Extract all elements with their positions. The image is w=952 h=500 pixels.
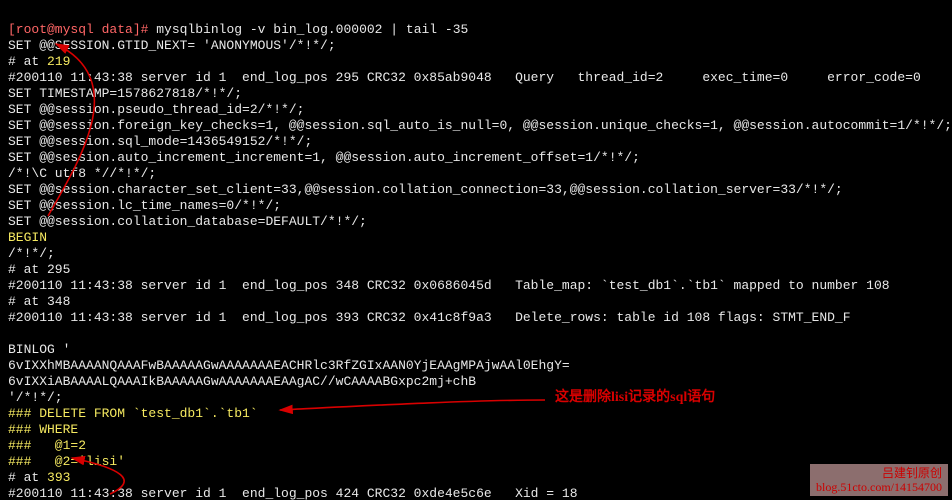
terminal-output: [root@mysql data]# mysqlbinlog -v bin_lo… xyxy=(0,0,952,500)
watermark: 吕建钊原创 blog.51cto.com/14154700 xyxy=(810,464,948,496)
log-line: #200110 11:43:38 server id 1 end_log_pos… xyxy=(8,310,851,325)
sql-cond-1: ### @1=2 xyxy=(8,438,86,453)
annotation-text: 这是删除lisi记录的sql语句 xyxy=(555,390,715,406)
watermark-author: 吕建钊原创 xyxy=(816,466,942,480)
log-pos-393: 393 xyxy=(47,470,70,485)
log-pos-219: 219 xyxy=(47,54,70,69)
log-line: SET @@session.character_set_client=33,@@… xyxy=(8,182,843,197)
watermark-url: blog.51cto.com/14154700 xyxy=(816,480,942,494)
log-line: SET @@session.foreign_key_checks=1, @@se… xyxy=(8,118,952,133)
log-line: SET @@SESSION.GTID_NEXT= 'ANONYMOUS'/*!*… xyxy=(8,38,336,53)
sql-cond-2: ### @2='lisi' xyxy=(8,454,125,469)
log-line: BINLOG ' xyxy=(8,342,70,357)
sql-delete: ### DELETE FROM `test_db1`.`tb1` xyxy=(8,406,258,421)
shell-command[interactable]: mysqlbinlog -v bin_log.000002 | tail -35 xyxy=(156,22,468,37)
log-line: SET @@session.auto_increment_increment=1… xyxy=(8,150,640,165)
log-line: # at xyxy=(8,54,47,69)
log-line: SET @@session.pseudo_thread_id=2/*!*/; xyxy=(8,102,304,117)
log-begin: BEGIN xyxy=(8,230,47,245)
log-line: /*!*/; xyxy=(8,246,55,261)
log-line: #200110 11:43:38 server id 1 end_log_pos… xyxy=(8,278,890,293)
log-line: # at 348 xyxy=(8,294,70,309)
sql-where: ### WHERE xyxy=(8,422,78,437)
log-line: #200110 11:43:38 server id 1 end_log_pos… xyxy=(8,70,921,85)
log-line: #200110 11:43:38 server id 1 end_log_pos… xyxy=(8,486,578,500)
log-line: SET @@session.lc_time_names=0/*!*/; xyxy=(8,198,281,213)
log-line: SET TIMESTAMP=1578627818/*!*/; xyxy=(8,86,242,101)
log-line: SET @@session.collation_database=DEFAULT… xyxy=(8,214,367,229)
log-line: # at xyxy=(8,470,47,485)
log-line: 6vIXXiABAAAALQAAAIkBAAAAAGwAAAAAAAEAAgAC… xyxy=(8,374,476,389)
shell-prompt: [root@mysql data]# xyxy=(8,22,148,37)
log-line: # at 295 xyxy=(8,262,70,277)
log-line: '/*!*/; xyxy=(8,390,63,405)
log-line: 6vIXXhMBAAAANQAAAFwBAAAAAGwAAAAAAAEACHRl… xyxy=(8,358,570,373)
log-line: /*!\C utf8 *//*!*/; xyxy=(8,166,156,181)
log-line: SET @@session.sql_mode=1436549152/*!*/; xyxy=(8,134,312,149)
